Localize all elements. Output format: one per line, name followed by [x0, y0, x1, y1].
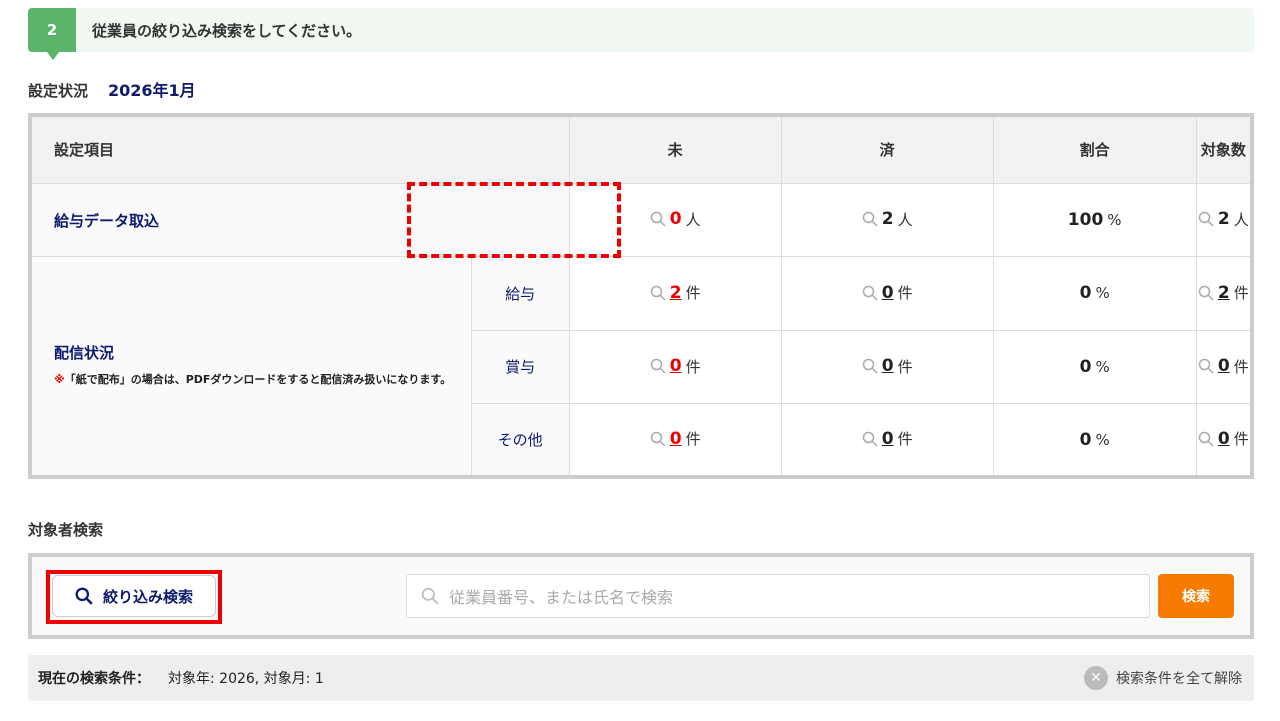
- unit: 件: [1233, 430, 1249, 449]
- search-icon: [421, 587, 439, 605]
- delivery-type-label: 給与: [470, 256, 570, 331]
- clear-conditions-button[interactable]: ✕ 検索条件を全て解除: [1084, 666, 1242, 690]
- unit: %: [1107, 211, 1122, 230]
- count: 2: [1217, 282, 1230, 303]
- pending-link[interactable]: 2件: [650, 282, 701, 303]
- delivery-status-cell: 配信状況 ※「紙で配布」の場合は、PDFダウンロードをすると配信済み扱いになります…: [29, 256, 472, 478]
- ratio: 0%: [1080, 357, 1110, 377]
- delivery-note: ※「紙で配布」の場合は、PDFダウンロードをすると配信済み扱いになります。: [54, 369, 471, 391]
- unit: 件: [897, 430, 913, 449]
- payroll-pending-link[interactable]: 0人: [650, 209, 701, 230]
- count: 0: [669, 209, 682, 230]
- highlight-dashed-box: [407, 182, 621, 258]
- search-icon: [650, 212, 666, 227]
- count: 0: [881, 428, 894, 449]
- status-label: 設定状況: [28, 82, 89, 100]
- search-heading: 対象者検索: [28, 521, 104, 539]
- note-mark: ※: [54, 372, 65, 386]
- payroll-total-link[interactable]: 2人: [1198, 209, 1249, 230]
- header-item: 設定項目: [29, 114, 570, 184]
- search-icon: [1198, 212, 1214, 227]
- settings-status-table: 設定項目 未 済 割合 対象数 給与データ取込 0人 2人 100% 2人 配信…: [28, 113, 1254, 479]
- total-link[interactable]: 0件: [1198, 356, 1249, 377]
- header-pending: 未: [568, 114, 782, 184]
- search-icon: [1198, 358, 1214, 374]
- unit: 件: [1233, 284, 1249, 303]
- filter-search-button[interactable]: 絞り込み検索: [52, 575, 216, 617]
- clear-label: 検索条件を全て解除: [1116, 671, 1242, 687]
- table-header-row: 設定項目 未 済 割合 対象数: [29, 114, 1253, 184]
- search-icon: [650, 431, 666, 447]
- conditions-label: 現在の検索条件：: [38, 671, 150, 687]
- count: 0: [881, 282, 894, 303]
- search-icon: [1198, 431, 1214, 447]
- ratio: 0%: [1080, 430, 1110, 450]
- ratio: 0%: [1080, 283, 1110, 303]
- step-number: 2: [28, 8, 76, 60]
- search-panel: 絞り込み検索 従業員番号、または氏名で検索 検索: [28, 553, 1254, 639]
- unit: 件: [685, 430, 701, 449]
- status-period: 2026年1月: [108, 81, 196, 100]
- ratio-value: 0: [1079, 283, 1092, 304]
- header-done: 済: [780, 114, 994, 184]
- unit: 件: [685, 357, 701, 376]
- unit: 件: [685, 284, 701, 303]
- close-icon: ✕: [1084, 666, 1108, 690]
- search-icon: [862, 431, 878, 447]
- delivery-type-label: その他: [470, 403, 570, 478]
- unit: 人: [897, 210, 913, 229]
- table-row: 配信状況 ※「紙で配布」の場合は、PDFダウンロードをすると配信済み扱いになります…: [29, 256, 1253, 478]
- status-heading: 設定状況 2026年1月: [28, 77, 196, 101]
- step-banner: 2 従業員の絞り込み検索をしてください。: [28, 8, 1254, 60]
- step-text: 従業員の絞り込み検索をしてください。: [92, 22, 362, 40]
- search-placeholder: 従業員番号、または氏名で検索: [449, 588, 674, 607]
- employee-search-input[interactable]: 従業員番号、または氏名で検索: [406, 574, 1150, 618]
- search-icon: [862, 285, 878, 301]
- pending-link[interactable]: 0件: [650, 428, 701, 449]
- header-ratio: 割合: [992, 114, 1197, 184]
- count: 0: [669, 428, 682, 449]
- done-link[interactable]: 0件: [862, 356, 913, 377]
- count: 0: [669, 356, 682, 377]
- count: 2: [881, 209, 894, 230]
- search-icon: [650, 285, 666, 301]
- current-conditions-bar: 現在の検索条件： 対象年: 2026, 対象月: 1 ✕ 検索条件を全て解除: [28, 655, 1254, 701]
- total-link[interactable]: 0件: [1198, 428, 1249, 449]
- done-link[interactable]: 0件: [862, 282, 913, 303]
- payroll-done-link[interactable]: 2人: [862, 209, 913, 230]
- unit: 人: [685, 210, 701, 229]
- filter-search-label: 絞り込み検索: [102, 587, 193, 606]
- count: 0: [1217, 428, 1230, 449]
- payroll-ratio: 100%: [1068, 210, 1122, 230]
- unit: 件: [1233, 357, 1249, 376]
- search-button[interactable]: 検索: [1158, 574, 1234, 618]
- pending-link[interactable]: 0件: [650, 356, 701, 377]
- done-link[interactable]: 0件: [862, 428, 913, 449]
- unit: 人: [1233, 210, 1249, 229]
- delivery-type-label: 賞与: [470, 329, 570, 405]
- unit: %: [1095, 430, 1110, 449]
- count: 0: [1217, 356, 1230, 377]
- search-icon: [862, 212, 878, 227]
- search-icon: [862, 358, 878, 374]
- ratio-value: 0: [1079, 429, 1092, 450]
- ratio-value: 100: [1067, 210, 1104, 231]
- total-link[interactable]: 2件: [1198, 282, 1249, 303]
- search-icon: [75, 587, 93, 605]
- unit: %: [1095, 357, 1110, 376]
- count: 2: [1217, 209, 1230, 230]
- search-icon: [1198, 285, 1214, 301]
- count: 0: [881, 356, 894, 377]
- note-text: 「紙で配布」の場合は、PDFダウンロードをすると配信済み扱いになります。: [64, 372, 452, 386]
- ratio-value: 0: [1079, 356, 1092, 377]
- unit: %: [1095, 284, 1110, 303]
- count: 2: [669, 282, 682, 303]
- delivery-status-label: 配信状況: [54, 343, 115, 362]
- table-row: 給与データ取込 0人 2人 100% 2人: [29, 182, 1253, 258]
- conditions-value: 対象年: 2026, 対象月: 1: [168, 671, 324, 687]
- unit: 件: [897, 284, 913, 303]
- header-total: 対象数: [1195, 114, 1253, 184]
- unit: 件: [897, 357, 913, 376]
- search-icon: [650, 358, 666, 374]
